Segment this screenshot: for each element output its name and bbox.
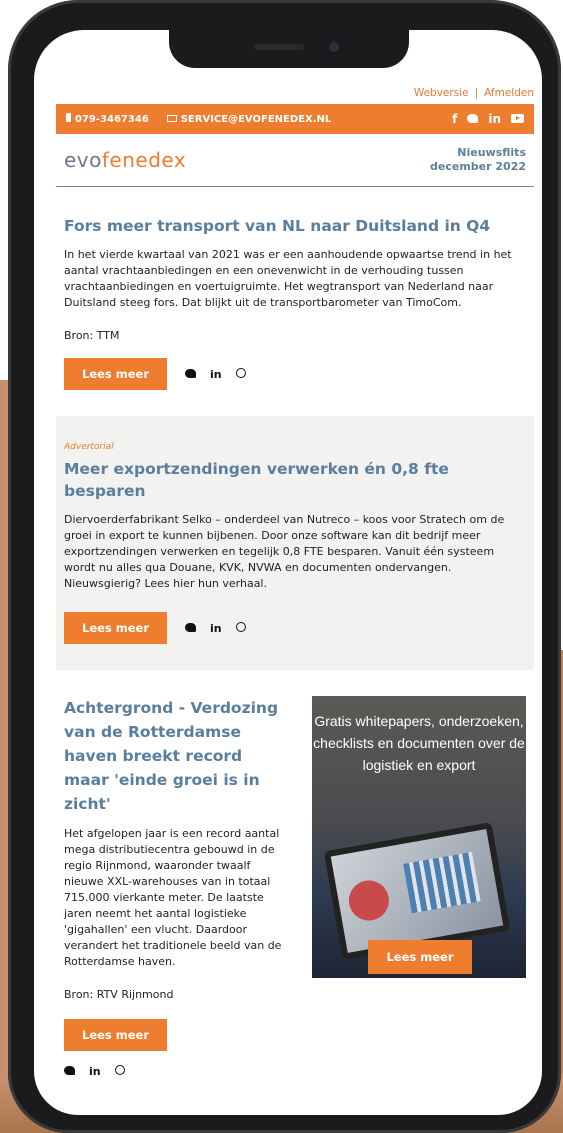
promo-text: Gratis whitepapers, onderzoeken, checkli… xyxy=(313,713,525,773)
email-address: SERVICE@EVOFENEDEX.NL xyxy=(180,113,332,125)
mail-icon xyxy=(166,114,177,125)
whatsapp-share-icon[interactable] xyxy=(114,1065,125,1078)
logo[interactable]: evofenedex xyxy=(64,148,186,172)
top-links: Webversie | Afmelden xyxy=(34,82,542,104)
article-3-row: Achtergrond - Verdozing van de Rotterdam… xyxy=(56,670,534,1078)
linkedin-share-icon[interactable]: in xyxy=(210,622,222,635)
whatsapp-share-icon[interactable] xyxy=(235,367,246,381)
read-more-button[interactable]: Lees meer xyxy=(64,612,168,644)
article-1: Fors meer transport van NL naar Duitslan… xyxy=(56,187,534,416)
speaker-grille xyxy=(254,44,304,50)
share-links: in xyxy=(185,621,246,635)
advertorial-label: Advertorial xyxy=(64,442,114,452)
linkedin-share-icon[interactable]: in xyxy=(210,368,222,381)
share-links: in xyxy=(185,367,246,381)
phone-icon xyxy=(66,113,71,125)
promo-read-more-button[interactable]: Lees meer xyxy=(368,940,472,974)
read-more-button[interactable]: Lees meer xyxy=(64,358,168,390)
read-more-button[interactable]: Lees meer xyxy=(64,1019,168,1051)
twitter-share-icon[interactable] xyxy=(64,1065,75,1078)
front-camera xyxy=(329,42,339,52)
newsletter-content: Webversie | Afmelden 079-3467346 SERVICE@E… xyxy=(34,82,542,1078)
article-source: Bron: RTV Rijnmond xyxy=(64,988,174,1001)
article-actions: Lees meer in xyxy=(64,612,526,644)
facebook-icon[interactable]: f xyxy=(452,112,457,126)
article-title[interactable]: Achtergrond - Verdozing van de Rotterdam… xyxy=(64,696,284,816)
article-body: Het afgelopen jaar is een record aantal … xyxy=(64,827,282,968)
social-links: f in xyxy=(452,112,524,126)
article-source: Bron: TTM xyxy=(64,329,120,342)
twitter-icon[interactable] xyxy=(467,112,479,126)
whitepaper-promo[interactable]: Gratis whitepapers, onderzoeken, checkli… xyxy=(312,696,526,978)
logo-part2: fenedex xyxy=(101,148,187,172)
afmelden-link[interactable]: Afmelden xyxy=(484,87,534,99)
phone-number: 079-3467346 xyxy=(75,113,149,125)
article-actions: Lees meer in xyxy=(64,358,526,390)
linkedin-icon[interactable]: in xyxy=(488,112,501,126)
phone-contact[interactable]: 079-3467346 xyxy=(66,113,149,125)
article-body: Diervoerderfabrikant Selko – onderdeel v… xyxy=(64,513,505,590)
article-2: Advertorial Meer exportzendingen verwerk… xyxy=(56,416,534,670)
twitter-share-icon[interactable] xyxy=(185,622,197,635)
phone-notch xyxy=(169,30,409,68)
article-3: Achtergrond - Verdozing van de Rotterdam… xyxy=(64,696,284,1078)
whatsapp-share-icon[interactable] xyxy=(235,621,246,635)
phone-frame: Webversie | Afmelden 079-3467346 SERVICE@E… xyxy=(8,0,561,1133)
linkedin-share-icon[interactable]: in xyxy=(89,1065,101,1078)
contact-bar: 079-3467346 SERVICE@EVOFENEDEX.NL f in xyxy=(56,104,534,134)
phone-screen: Webversie | Afmelden 079-3467346 SERVICE@E… xyxy=(34,30,542,1115)
newsletter-label: Nieuwsflits december 2022 xyxy=(430,146,526,174)
newsletter-date: december 2022 xyxy=(430,160,526,173)
article-title[interactable]: Fors meer transport van NL naar Duitslan… xyxy=(64,215,526,237)
webversie-link[interactable]: Webversie xyxy=(414,87,469,99)
email-contact[interactable]: SERVICE@EVOFENEDEX.NL xyxy=(166,113,332,125)
link-separator: | xyxy=(474,87,479,99)
newsletter-title: Nieuwsflits xyxy=(457,146,526,159)
share-links: in xyxy=(64,1065,284,1078)
article-body: In het vierde kwartaal van 2021 was er e… xyxy=(64,248,512,309)
article-actions: Lees meer xyxy=(64,1019,284,1051)
twitter-share-icon[interactable] xyxy=(185,368,197,381)
article-title[interactable]: Meer exportzendingen verwerken én 0,8 ft… xyxy=(64,458,526,502)
youtube-icon[interactable] xyxy=(511,112,524,126)
logo-part1: evo xyxy=(64,148,102,172)
brand-row: evofenedex Nieuwsflits december 2022 xyxy=(56,134,534,187)
